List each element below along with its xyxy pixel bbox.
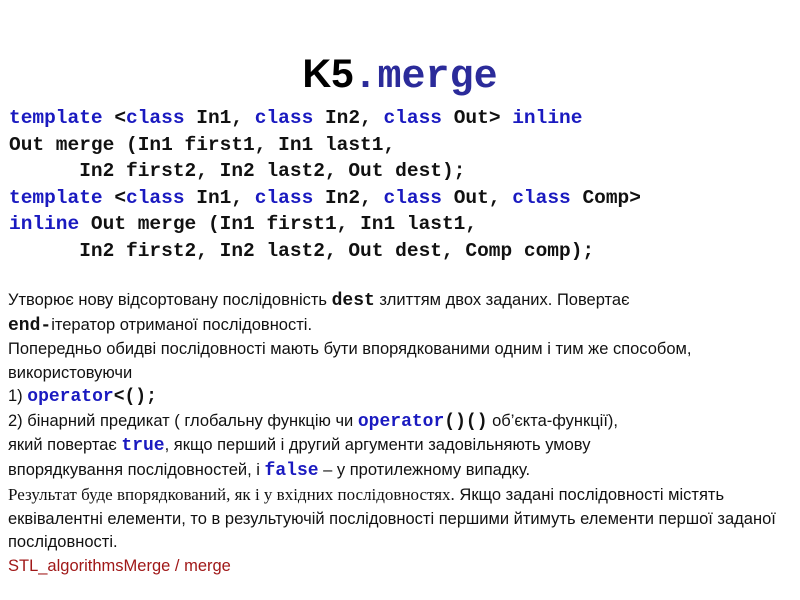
code-text: Comp> — [570, 186, 641, 209]
reference-link[interactable]: STL_algorithmsMerge / merge — [8, 555, 798, 579]
code-operator: operator — [357, 411, 445, 432]
desc-paragraph-1: Утворює нову відсортовану послідовність … — [8, 289, 798, 338]
code-block: template <class In1, class In2, class Ou… — [9, 105, 641, 265]
reference-link-text[interactable]: STL_algorithmsMerge / merge — [8, 557, 231, 575]
code-keyword: class — [383, 107, 443, 129]
code-text: < — [102, 186, 127, 209]
result-paragraph: Результат буде впорядкований, як і у вхі… — [8, 483, 798, 555]
code-line: In2 first2, In2 last2, Out dest, Comp co… — [9, 238, 641, 265]
code-keyword: template — [9, 186, 103, 209]
list-item-1: 1) operator<(); — [8, 385, 798, 410]
desc-text: – у протилежному випадку. — [318, 460, 531, 479]
code-text: In1, — [184, 186, 255, 209]
code-line: template <class In1, class In2, class Ou… — [9, 185, 641, 212]
desc-text: 2) бінарний предикат ( глобальну функцію… — [8, 411, 358, 430]
code-operator-suffix: <(); — [113, 387, 157, 407]
desc-text: об’єкта-функції), — [487, 411, 619, 430]
code-text: In2, — [313, 186, 384, 209]
code-keyword: template — [9, 107, 103, 129]
code-text: In1, — [184, 107, 255, 129]
desc-text: , якщо перший і другий аргументи задовіл… — [164, 436, 591, 454]
title-main: K5 — [302, 52, 354, 96]
desc-text: ітератор отриманої послідовності. — [51, 315, 313, 334]
code-text: Out merge (In1 first1, In1 last1, — [9, 133, 396, 156]
desc-paragraph-2: Попередньо обидві послідовності мають бу… — [8, 340, 692, 382]
result-text-serif: Результат буде впорядкований, як і у вхі… — [8, 485, 455, 504]
code-dest: dest — [331, 291, 375, 311]
code-line: In2 first2, In2 last2, Out dest); — [9, 158, 641, 185]
code-false: false — [264, 460, 319, 481]
desc-text: злиттям двох заданих. Повертає — [374, 291, 630, 309]
code-keyword: class — [254, 107, 314, 129]
code-text: In2 first2, In2 last2, Out dest); — [9, 160, 466, 183]
desc-text: Утворює нову відсортовану послідовність — [8, 291, 332, 309]
list-item-2: 2) бінарний предикат ( глобальну функцію… — [8, 410, 798, 484]
code-keyword: class — [126, 107, 185, 129]
desc-text: який повертає — [8, 436, 122, 454]
code-text: In2, — [313, 107, 384, 129]
code-line: inline Out merge (In1 first1, In1 last1, — [9, 211, 641, 238]
code-text: < — [102, 107, 127, 129]
title-suffix: .merge — [353, 55, 498, 100]
desc-text: впорядкування послідовностей, і — [8, 460, 265, 479]
code-line: Out merge (In1 first1, In1 last1, — [9, 132, 641, 159]
code-operator-suffix: ()() — [444, 411, 488, 432]
code-text: Out> — [442, 107, 513, 129]
code-keyword: inline — [9, 213, 80, 236]
code-true: true — [121, 436, 165, 456]
code-end: end- — [8, 315, 52, 336]
code-text: Out, — [442, 186, 513, 209]
code-keyword: class — [126, 186, 185, 209]
code-keyword: class — [254, 186, 314, 209]
code-operator: operator — [27, 387, 114, 407]
code-text: Out merge (In1 first1, In1 last1, — [79, 213, 478, 236]
code-text: In2 first2, In2 last2, Out dest, Comp co… — [9, 239, 595, 262]
code-keyword: class — [512, 186, 571, 209]
description: Утворює нову відсортовану послідовність … — [8, 289, 798, 578]
code-line: template <class In1, class In2, class Ou… — [9, 105, 641, 132]
code-keyword: class — [383, 186, 443, 209]
code-keyword: inline — [512, 107, 583, 129]
list-number: 1) — [8, 387, 28, 405]
page-title: K5.merge — [0, 48, 800, 104]
